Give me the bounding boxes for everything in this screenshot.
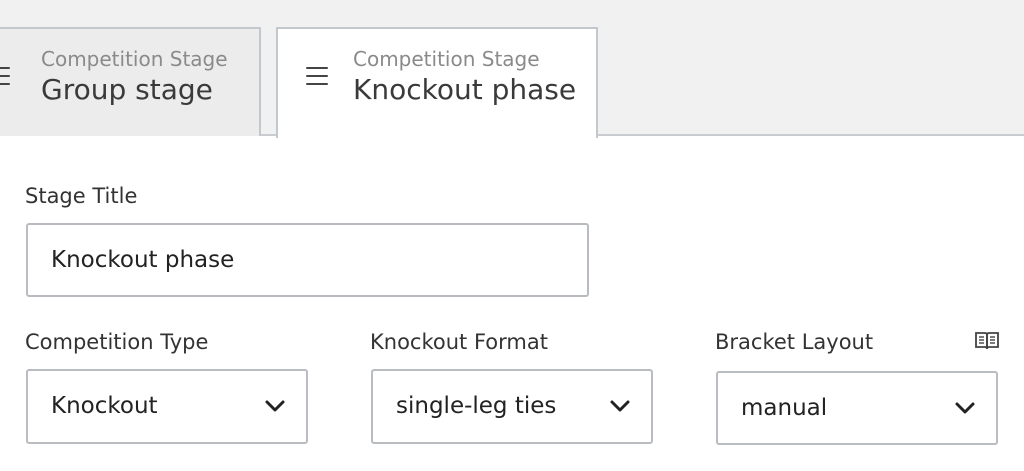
stage-title-input[interactable] [26, 223, 589, 297]
stage-title-label: Stage Title [25, 184, 138, 208]
drag-handle-icon[interactable] [306, 67, 328, 85]
bracket-layout-label: Bracket Layout [715, 330, 874, 354]
tab-group-stage[interactable]: Competition Stage Group stage [0, 27, 261, 136]
stage-tab-bar: Competition Stage Group stage Competitio… [0, 0, 1024, 138]
tab-name: Group stage [41, 73, 213, 106]
bracket-layout-select[interactable]: manual [716, 371, 998, 445]
bracket-layout-value: manual [741, 395, 828, 421]
chevron-down-icon [955, 402, 975, 414]
drag-handle-icon[interactable] [0, 67, 10, 85]
chevron-down-icon [265, 400, 285, 412]
chevron-down-icon [610, 400, 630, 412]
competition-type-label: Competition Type [25, 330, 209, 354]
knockout-format-value: single-leg ties [396, 393, 557, 419]
competition-type-select[interactable]: Knockout [26, 369, 308, 444]
knockout-format-select[interactable]: single-leg ties [371, 369, 653, 444]
competition-type-value: Knockout [51, 393, 158, 419]
tab-name: Knockout phase [353, 73, 577, 106]
book-icon[interactable] [974, 331, 1000, 351]
tab-knockout-phase[interactable]: Competition Stage Knockout phase [276, 27, 598, 138]
tab-kicker: Competition Stage [353, 47, 540, 71]
tab-kicker: Competition Stage [41, 47, 228, 71]
knockout-format-label: Knockout Format [370, 330, 548, 354]
